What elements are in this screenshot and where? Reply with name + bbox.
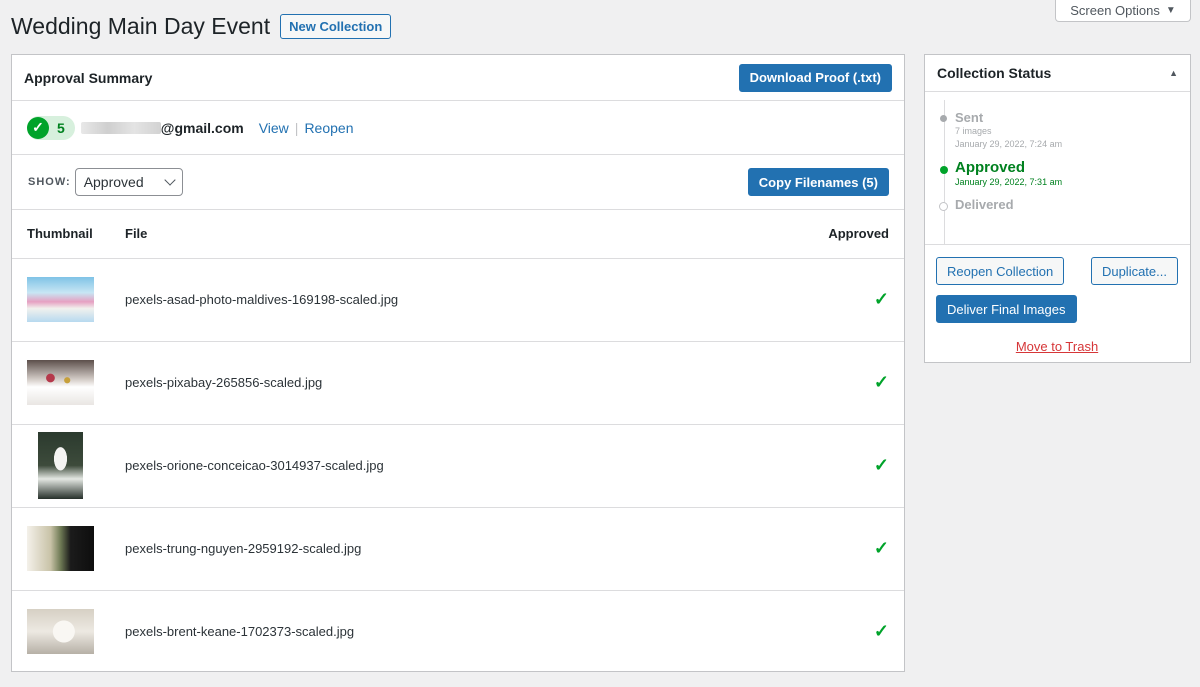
approved-count-badge: ✓ 5 — [27, 115, 75, 140]
table-row: pexels-pixabay-265856-scaled.jpg ✓ — [12, 341, 904, 425]
file-name: pexels-pixabay-265856-scaled.jpg — [109, 341, 784, 425]
step-label: Delivered — [955, 197, 1014, 212]
status-timeline: Sent 7 images January 29, 2022, 7:24 am … — [925, 92, 1190, 245]
deliver-final-images-button[interactable]: Deliver Final Images — [936, 295, 1077, 323]
move-to-trash-link[interactable]: Move to Trash — [936, 339, 1178, 354]
thumbnail-image[interactable] — [27, 360, 94, 405]
step-label: Sent — [955, 110, 984, 125]
screen-options-label: Screen Options — [1070, 3, 1160, 18]
thumbnail-image[interactable] — [38, 432, 83, 499]
screen-options-button[interactable]: Screen Options ▼ — [1055, 0, 1191, 22]
timeline-step-sent: Sent 7 images January 29, 2022, 7:24 am — [940, 110, 1190, 151]
table-header-row: Thumbnail File Approved — [12, 210, 904, 259]
thumbnail-image[interactable] — [27, 526, 94, 571]
step-timestamp: January 29, 2022, 7:24 am — [955, 139, 1063, 149]
file-name: pexels-orione-conceicao-3014937-scaled.j… — [109, 424, 784, 508]
new-collection-button[interactable]: New Collection — [280, 14, 392, 39]
view-link[interactable]: View — [259, 120, 289, 136]
caret-down-icon: ▼ — [1165, 5, 1176, 16]
table-row: pexels-asad-photo-maldives-169198-scaled… — [12, 258, 904, 342]
email-redacted — [80, 121, 161, 134]
collection-status-header[interactable]: Collection Status ▲ — [925, 55, 1190, 92]
step-label: Approved — [955, 159, 1026, 176]
approved-check-icon: ✓ — [873, 538, 889, 558]
step-dot-icon — [939, 202, 948, 211]
link-separator: | — [294, 119, 299, 136]
approved-check-icon: ✓ — [873, 621, 889, 642]
approved-check-icon: ✓ — [873, 372, 889, 392]
approved-count: 5 — [57, 119, 65, 136]
approver-row: ✓ 5 @gmail.com View | Reopen — [12, 101, 904, 155]
thumbnail-image[interactable] — [27, 609, 94, 655]
approved-check-icon: ✓ — [873, 289, 889, 309]
files-table: Thumbnail File Approved pexels-asad-phot… — [12, 210, 904, 673]
table-row: pexels-brent-keane-1702373-scaled.jpg ✓ — [12, 590, 904, 673]
filter-row: SHOW: Approved Copy Filenames (5) — [12, 155, 904, 210]
table-row: pexels-trung-nguyen-2959192-scaled.jpg ✓ — [12, 507, 904, 591]
status-filter-value: Approved — [83, 174, 144, 190]
download-proof-button[interactable]: Download Proof (.txt) — [738, 63, 892, 92]
step-detail: 7 images — [955, 126, 992, 136]
column-header-file: File — [109, 210, 784, 259]
reopen-link[interactable]: Reopen — [304, 120, 353, 136]
step-dot-icon — [940, 115, 947, 122]
file-name: pexels-asad-photo-maldives-169198-scaled… — [109, 258, 784, 342]
page-title: Wedding Main Day Event — [11, 13, 271, 39]
show-label: SHOW: — [28, 176, 71, 188]
approval-summary-panel: Approval Summary Download Proof (.txt) ✓… — [11, 54, 905, 672]
collapse-caret-icon[interactable]: ▲ — [1169, 68, 1178, 78]
column-header-approved: Approved — [784, 210, 904, 259]
timeline-step-approved: Approved January 29, 2022, 7:31 am — [940, 159, 1190, 189]
collection-status-panel: Collection Status ▲ Sent 7 images Januar… — [924, 54, 1191, 363]
step-timestamp: January 29, 2022, 7:31 am — [955, 177, 1063, 187]
approval-summary-header: Approval Summary Download Proof (.txt) — [12, 55, 904, 101]
chevron-down-icon — [164, 174, 176, 186]
approved-check-icon: ✓ — [873, 455, 889, 475]
column-header-thumbnail: Thumbnail — [12, 210, 109, 259]
approver-email: @gmail.com — [160, 119, 244, 136]
table-row: pexels-orione-conceicao-3014937-scaled.j… — [12, 424, 904, 508]
file-name: pexels-brent-keane-1702373-scaled.jpg — [125, 624, 355, 640]
timeline-step-delivered: Delivered — [939, 197, 1190, 212]
check-circle-icon: ✓ — [27, 116, 49, 139]
copy-filenames-button[interactable]: Copy Filenames (5) — [747, 168, 889, 196]
reopen-collection-button[interactable]: Reopen Collection — [936, 257, 1065, 285]
collection-status-title: Collection Status — [937, 65, 1052, 81]
duplicate-button[interactable]: Duplicate... — [1090, 257, 1178, 285]
approval-summary-title: Approval Summary — [24, 69, 153, 86]
step-dot-icon — [940, 166, 948, 174]
file-name: pexels-trung-nguyen-2959192-scaled.jpg — [109, 507, 784, 591]
status-filter-select[interactable]: Approved — [74, 168, 183, 196]
page-header: Wedding Main Day Event New Collection — [11, 13, 392, 40]
thumbnail-image[interactable] — [27, 277, 94, 322]
status-actions: Reopen Collection Duplicate... Deliver F… — [925, 245, 1190, 354]
